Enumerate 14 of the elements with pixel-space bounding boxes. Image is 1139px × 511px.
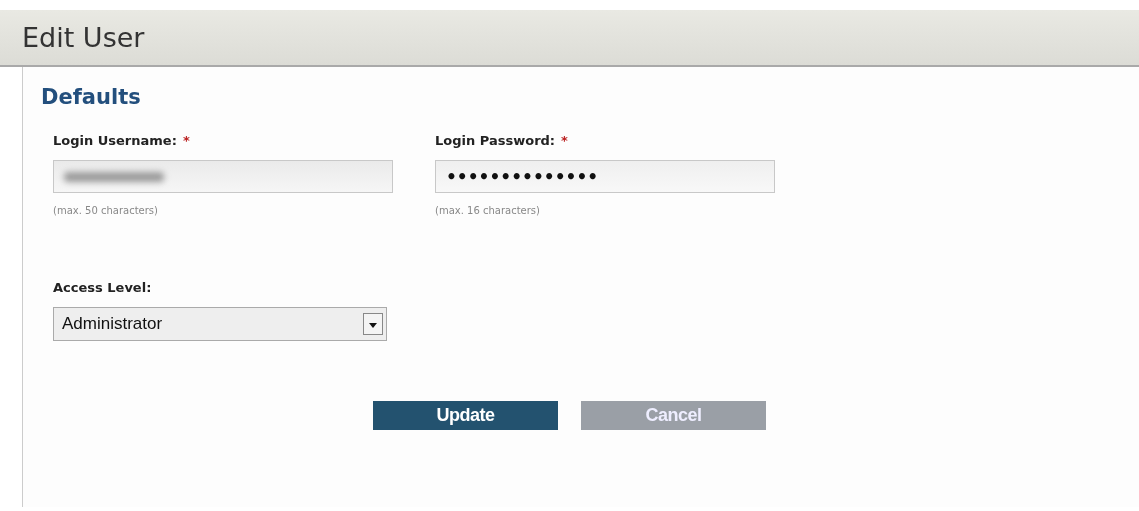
update-button[interactable]: Update [373,401,558,430]
access-level-dropdown[interactable]: Administrator [53,307,387,341]
required-marker: * [182,133,190,148]
page-title: Edit User [22,22,145,53]
dropdown-value: Administrator [62,314,163,334]
field-hint: (max. 50 characters) [53,205,159,216]
field-hint: (max. 16 characters) [435,205,541,216]
field-label: Login Password: [435,133,556,148]
section-title: Defaults [41,85,142,109]
field-label: Access Level: [53,280,152,295]
required-marker: * [561,133,568,148]
username-field[interactable] [53,160,393,193]
password-field[interactable]: •••••••••••••• [435,160,775,193]
field-label: Login Username: [53,133,177,148]
